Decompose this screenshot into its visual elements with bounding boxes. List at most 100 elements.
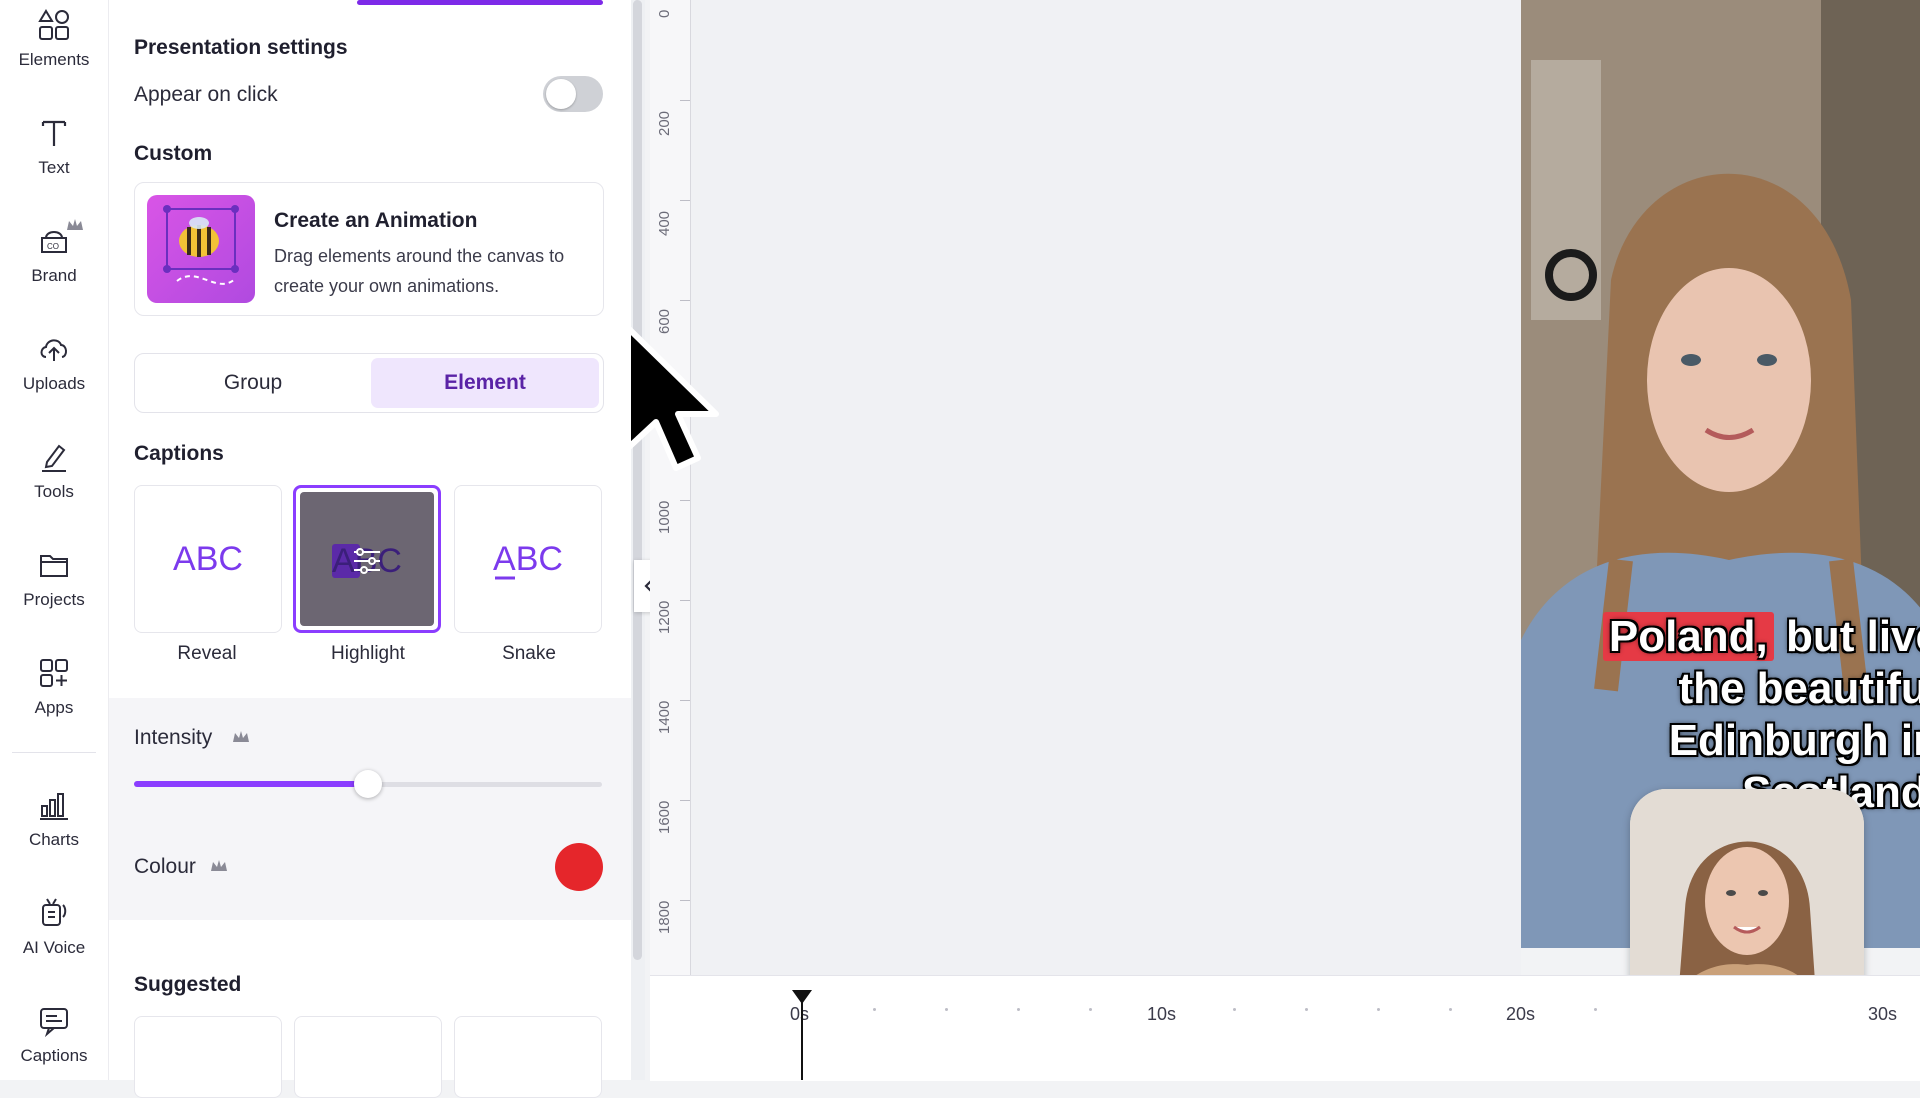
- timeline-dot: [1377, 1008, 1380, 1011]
- custom-heading: Custom: [134, 142, 213, 165]
- ruler-label: 400: [656, 210, 673, 236]
- timeline-label: 0s: [790, 1004, 810, 1024]
- subtitle-line-3: Edinburgh in: [1668, 716, 1920, 765]
- ruler-tick: [680, 900, 690, 901]
- subtitle-line-2: the beautiful: [1678, 664, 1920, 713]
- reveal-preview: ABC: [173, 540, 243, 578]
- caption-style-reveal[interactable]: ABC: [134, 485, 282, 633]
- mouse-pointer-icon: [625, 325, 719, 471]
- timeline-dot: [873, 1008, 876, 1011]
- sidebar-item-ai-voice[interactable]: AI Voice: [0, 896, 108, 958]
- subtitle-line-1-rest: but live: [1785, 612, 1920, 661]
- tools-icon: [42, 444, 66, 472]
- apps-icon: [40, 659, 68, 687]
- sidebar-item-label: AI Voice: [22, 938, 86, 957]
- create-animation-card[interactable]: Create an Animation Drag elements around…: [134, 182, 604, 316]
- caption-style-highlight[interactable]: ABC: [293, 485, 441, 633]
- timeline[interactable]: [650, 975, 1920, 1081]
- uploads-icon: [40, 339, 67, 361]
- animation-card-description: Drag elements around the canvas to creat…: [274, 246, 565, 296]
- sidebar-item-label: Charts: [28, 830, 80, 849]
- intensity-slider-thumb[interactable]: [354, 770, 382, 798]
- caption-style-snake[interactable]: ABC: [454, 485, 602, 633]
- projects-icon: [40, 555, 68, 577]
- crown-icon: [211, 860, 227, 871]
- bee-icon: [163, 205, 239, 285]
- sidebar-item-text[interactable]: Text: [0, 116, 108, 178]
- subtitle-line-1: Poland, but live: [1602, 612, 1920, 662]
- ruler-tick: [680, 200, 690, 201]
- highlighted-word: Poland,: [1602, 612, 1774, 661]
- crown-icon: [67, 219, 83, 230]
- left-sidebar: Elements Text CO Brand Uploads Tools Pro…: [0, 0, 109, 1080]
- animation-card-title: Create an Animation: [274, 209, 478, 232]
- svg-text:ABC: ABC: [173, 540, 243, 578]
- ruler-label: 0: [656, 9, 673, 18]
- presentation-settings-heading: Presentation settings: [134, 36, 348, 59]
- sidebar-item-label: Apps: [34, 698, 74, 717]
- sidebar-item-label: Elements: [18, 50, 90, 69]
- animation-thumbnail: [147, 195, 255, 303]
- timeline-dot: [1305, 1008, 1308, 1011]
- sidebar-divider: [12, 752, 96, 753]
- caption-label-highlight: Highlight: [331, 643, 405, 664]
- appear-on-click-label: Appear on click: [134, 83, 278, 106]
- charts-icon: [40, 793, 68, 820]
- ai-voice-icon: [42, 898, 67, 926]
- ruler-label: 1200: [656, 600, 673, 634]
- element-option[interactable]: Element: [371, 358, 599, 408]
- sidebar-item-apps[interactable]: Apps: [0, 656, 108, 718]
- ruler-tick: [680, 800, 690, 801]
- timeline-dot: [1449, 1008, 1452, 1011]
- sidebar-item-label: Text: [38, 158, 70, 177]
- timeline-dot: [1017, 1008, 1020, 1011]
- timeline-label: 30s: [1868, 1004, 1898, 1024]
- sidebar-item-label: Projects: [23, 590, 85, 609]
- timeline-label: 20s: [1506, 1004, 1536, 1024]
- intensity-slider-fill: [134, 781, 368, 787]
- intensity-label: Intensity: [134, 726, 213, 749]
- sidebar-item-captions[interactable]: Captions: [0, 1004, 108, 1066]
- ruler-label: 1400: [656, 700, 673, 734]
- suggested-heading: Suggested: [134, 973, 242, 996]
- adjust-sliders-icon: [354, 548, 380, 574]
- sidebar-item-elements[interactable]: Elements: [0, 8, 108, 70]
- colour-swatch[interactable]: [555, 843, 603, 891]
- sidebar-item-label: Brand: [31, 266, 77, 285]
- sidebar-item-charts[interactable]: Charts: [0, 788, 108, 850]
- ruler-tick: [680, 100, 690, 101]
- highlight-preview: ABC: [332, 542, 402, 580]
- ruler-tick: [680, 600, 690, 601]
- ruler-label: 1600: [656, 800, 673, 834]
- canvas-area[interactable]: [691, 0, 1521, 975]
- timeline-dot: [1594, 1008, 1597, 1011]
- sidebar-item-projects[interactable]: Projects: [0, 548, 108, 610]
- crown-icon: [233, 731, 249, 742]
- sidebar-item-label: Tools: [34, 482, 74, 501]
- caption-label-reveal: Reveal: [177, 643, 237, 664]
- appear-on-click-toggle[interactable]: [543, 76, 603, 112]
- timeline-label: 10s: [1147, 1004, 1177, 1024]
- group-option[interactable]: Group: [139, 358, 367, 408]
- ruler-label: 200: [656, 110, 673, 136]
- elements-icon: [38, 9, 69, 40]
- captions-heading: Captions: [134, 442, 224, 465]
- timeline-dot: [1233, 1008, 1236, 1011]
- playhead[interactable]: [801, 1000, 803, 1080]
- suggested-caption-3[interactable]: [454, 1016, 602, 1098]
- ruler-tick: [680, 700, 690, 701]
- suggested-caption-1[interactable]: [134, 1016, 282, 1098]
- captions-icon: [40, 1008, 68, 1038]
- toggle-knob: [546, 79, 576, 109]
- colour-label: Colour: [134, 855, 196, 878]
- ruler-tick: [680, 300, 690, 301]
- sidebar-item-tools[interactable]: Tools: [0, 440, 108, 502]
- svg-text:CO: CO: [47, 242, 59, 251]
- sidebar-item-uploads[interactable]: Uploads: [0, 332, 108, 394]
- sidebar-item-brand[interactable]: CO Brand: [0, 219, 108, 286]
- active-tab-indicator: [357, 0, 603, 5]
- text-icon: [41, 120, 67, 146]
- svg-text:ABC: ABC: [493, 540, 563, 578]
- suggested-caption-2[interactable]: [294, 1016, 442, 1098]
- sidebar-item-label: Captions: [20, 1046, 88, 1065]
